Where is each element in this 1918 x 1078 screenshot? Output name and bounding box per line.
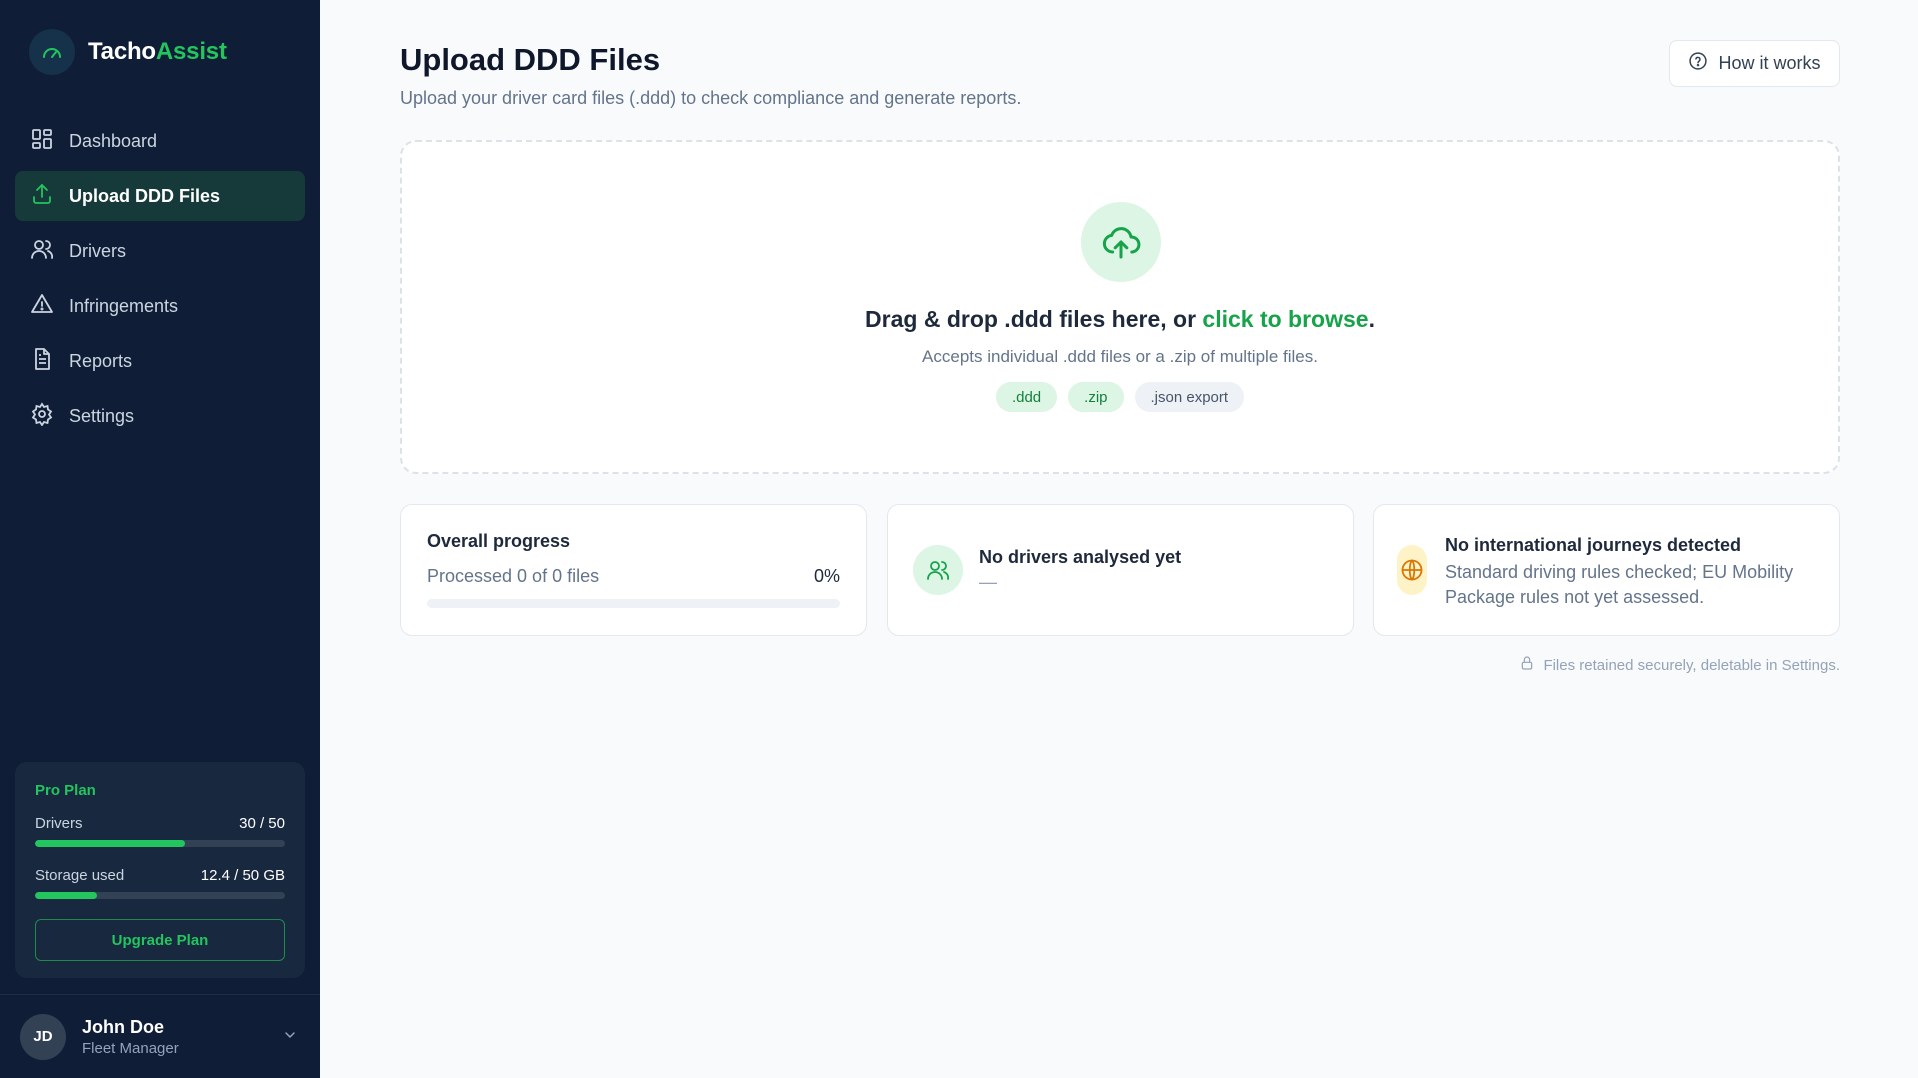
plan-title: Pro Plan <box>35 782 96 799</box>
sidebar-nav: Dashboard Upload DDD Files Drivers Infri… <box>15 116 305 446</box>
users-icon <box>30 237 54 266</box>
user-menu[interactable]: JD John Doe Fleet Manager <box>0 994 320 1078</box>
storage-meter-value: 12.4 / 50 GB <box>200 867 285 884</box>
chevron-down-icon <box>282 1027 298 1048</box>
storage-meter-row: Storage used 12.4 / 50 GB <box>35 867 285 884</box>
progress-bar <box>427 599 840 608</box>
dropzone-subtitle: Accepts individual .ddd files or a .zip … <box>922 347 1318 366</box>
page-subtitle: Upload your driver card files (.ddd) to … <box>400 88 1022 108</box>
progress-status: Processed 0 of 0 files <box>427 566 600 586</box>
plan-card: Pro Plan Drivers 30 / 50 Storage used 12… <box>15 762 305 978</box>
progress-percent: 0% <box>813 566 840 586</box>
user-role: Fleet Manager <box>82 1039 179 1057</box>
file-type-chip-json: .json export <box>1134 382 1245 412</box>
security-note: Files retained securely, deletable in Se… <box>1519 655 1840 675</box>
progress-status-row: Processed 0 of 0 files 0% <box>427 566 840 587</box>
sidebar-item-reports[interactable]: Reports <box>15 336 305 386</box>
file-type-chip-ddd: .ddd <box>995 382 1058 412</box>
storage-meter-label: Storage used <box>35 867 125 884</box>
how-it-works-label: How it works <box>1718 53 1821 73</box>
progress-card-title: Overall progress <box>427 531 571 551</box>
journeys-summary-card: No international journeys detected Stand… <box>1373 504 1840 636</box>
drivers-card-title: No drivers analysed yet <box>979 547 1182 567</box>
sidebar-item-label: Upload DDD Files <box>69 185 221 206</box>
security-note-text: Files retained securely, deletable in Se… <box>1543 656 1840 674</box>
file-dropzone[interactable]: Drag & drop .ddd files here, or click to… <box>400 140 1840 474</box>
drivers-meter-bar <box>35 840 285 847</box>
journeys-card-text: Standard driving rules checked; EU Mobil… <box>1445 562 1794 607</box>
cloud-upload-icon <box>1081 202 1161 282</box>
users-icon <box>913 545 963 595</box>
storage-meter-fill <box>35 892 97 899</box>
sidebar-item-label: Dashboard <box>69 130 158 151</box>
drivers-meter-value: 30 / 50 <box>239 815 285 832</box>
drivers-summary-card: No drivers analysed yet — <box>887 504 1354 636</box>
sidebar-item-label: Reports <box>69 350 133 371</box>
drivers-meter-fill <box>35 840 185 847</box>
sidebar: TachoAssist Dashboard Upload DDD Files D… <box>0 0 320 1078</box>
upgrade-plan-button[interactable]: Upgrade Plan <box>35 919 285 961</box>
document-icon <box>30 347 54 376</box>
drivers-card-value: — <box>979 572 997 592</box>
user-info: John Doe Fleet Manager <box>82 1017 179 1057</box>
sidebar-item-dashboard[interactable]: Dashboard <box>15 116 305 166</box>
help-circle-icon <box>1688 51 1708 76</box>
user-name: John Doe <box>82 1016 165 1037</box>
speedometer-logo-icon <box>29 29 75 75</box>
how-it-works-button[interactable]: How it works <box>1669 40 1840 87</box>
gear-icon <box>30 401 54 431</box>
main-content: Upload DDD Files Upload your driver card… <box>320 0 1918 1078</box>
file-type-chip-zip: .zip <box>1068 382 1124 412</box>
browse-link[interactable]: click to browse <box>1202 306 1368 332</box>
globe-icon <box>1397 545 1427 595</box>
storage-meter-bar <box>35 892 285 899</box>
sidebar-item-drivers[interactable]: Drivers <box>15 226 305 276</box>
sidebar-item-label: Settings <box>69 405 135 426</box>
brand-name: TachoAssist <box>88 38 227 65</box>
drivers-meter-row: Drivers 30 / 50 <box>35 815 285 832</box>
dropzone-title: Drag & drop .ddd files here, or click to… <box>865 306 1375 332</box>
brand[interactable]: TachoAssist <box>29 29 227 75</box>
upload-icon <box>30 182 54 211</box>
file-type-chips: .ddd .zip .json export <box>402 382 1838 412</box>
lock-icon <box>1519 655 1535 675</box>
avatar: JD <box>20 1013 66 1060</box>
drivers-meter-label: Drivers <box>35 815 83 832</box>
dashboard-grid-icon <box>30 127 54 156</box>
page-title: Upload DDD Files <box>400 42 661 77</box>
overall-progress-card: Overall progress Processed 0 of 0 files … <box>400 504 867 636</box>
sidebar-item-infringements[interactable]: Infringements <box>15 281 305 331</box>
sidebar-item-upload[interactable]: Upload DDD Files <box>15 171 305 221</box>
sidebar-item-settings[interactable]: Settings <box>15 391 305 441</box>
journeys-card-title: No international journeys detected <box>1445 535 1742 555</box>
sidebar-item-label: Drivers <box>69 240 126 261</box>
sidebar-item-label: Infringements <box>69 295 179 316</box>
warning-triangle-icon <box>30 292 54 321</box>
